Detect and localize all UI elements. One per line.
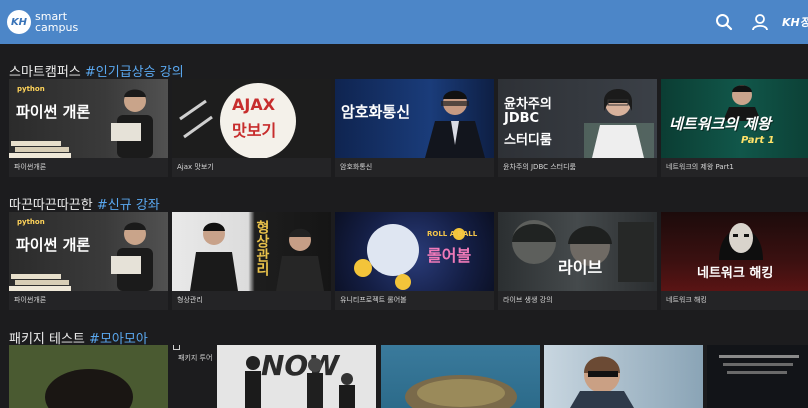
book-stack-illustration [9, 274, 71, 291]
course-title[interactable]: 파이썬개론 [9, 291, 168, 310]
course-card[interactable]: AJAX 맛보기 Ajax 맛보기 [172, 79, 331, 177]
thumb-title: 파이썬 개론 [16, 236, 91, 254]
instructor-illustration [190, 222, 238, 291]
course-card[interactable]: python 파이썬 개론 파이썬개론 [9, 79, 168, 177]
course-thumbnail[interactable]: python 파이썬 개론 [9, 79, 168, 158]
thumb-subtitle: python [17, 85, 45, 93]
course-thumbnail[interactable]: ROLL A BALL 롤어볼 [335, 212, 494, 291]
logo-text: smart campus [35, 11, 78, 33]
thumb-title: 파이썬 개론 [16, 103, 91, 121]
course-title[interactable]: 라이브 생생 강의 [498, 291, 657, 310]
thumb-subtitle: JDBC [504, 111, 540, 126]
course-title[interactable]: 네트워크 해킹 [661, 291, 808, 310]
logo-line-2: campus [35, 21, 79, 34]
package-card[interactable] [544, 345, 703, 408]
package-thumbnail [405, 375, 517, 408]
section-title-popular: 스마트캠퍼스 #인기급상승 강의 [9, 61, 184, 80]
section-title-text: 스마트캠퍼스 [9, 65, 81, 80]
course-thumbnail[interactable]: 형상관리 [172, 212, 331, 291]
thumb-subtitle-2: 스터디룸 [504, 133, 552, 148]
package-card[interactable]: NOW [217, 345, 376, 408]
thumb-title: AJAX [232, 95, 276, 114]
instructor-illustration [584, 89, 654, 158]
package-row: 패키지 투어 NOW [9, 345, 808, 408]
course-card[interactable]: 라이브 라이브 생생 강의 [498, 212, 657, 310]
thumb-title: 윤차주의 [504, 97, 552, 112]
course-card[interactable]: 암호화통신 암호화통신 [335, 79, 494, 177]
top-navigation-bar: KH smart campus KH정보 [0, 0, 808, 44]
new-course-row: python 파이썬 개론 파이썬개론 형상관리 형상관리 ROLL A BAL… [9, 212, 808, 310]
instructor-illustration [111, 222, 153, 291]
course-thumbnail[interactable]: python 파이썬 개론 [9, 212, 168, 291]
thumb-title: 네트워크 해킹 [697, 266, 774, 281]
thumb-title: 롤어볼 [427, 246, 472, 265]
thumb-title: 암호화통신 [341, 103, 411, 121]
course-thumbnail[interactable]: 라이브 [498, 212, 657, 291]
book-stack-illustration [9, 141, 71, 158]
package-card[interactable] [9, 345, 168, 408]
search-icon[interactable] [712, 10, 736, 34]
course-thumbnail[interactable]: 네트워크의 제왕 Part 1 [661, 79, 808, 158]
course-card[interactable]: python 파이썬 개론 파이썬개론 [9, 212, 168, 310]
kh-brand-logo[interactable]: KH정보 [782, 14, 808, 30]
course-title[interactable]: Ajax 맛보기 [172, 158, 331, 177]
package-thumbnail [570, 356, 634, 408]
thumb-title: 네트워크의 제왕 [669, 115, 771, 133]
course-thumbnail[interactable]: 네트워크 해킹 [661, 212, 808, 291]
package-thumbnail [245, 356, 355, 408]
instructor-illustration [425, 90, 485, 158]
course-card[interactable]: ROLL A BALL 롤어볼 유니티프로젝트 롤어볼 [335, 212, 494, 310]
section-title-new: 따끈따끈따끈한 #신규 강좌 [9, 194, 160, 213]
package-thumbnail [719, 355, 799, 374]
user-icon[interactable] [748, 10, 772, 34]
broken-image-icon [173, 345, 180, 350]
course-card[interactable]: 네트워크의 제왕 Part 1 네트워크의 제왕 Part1 [661, 79, 808, 177]
package-title[interactable]: 패키지 투어 [178, 353, 212, 363]
logo-badge: KH [7, 10, 31, 34]
course-card[interactable]: 윤차주의 JDBC 스터디룸 윤차주의 JDBC 스터디룸 [498, 79, 657, 177]
course-title[interactable]: 형상관리 [172, 291, 331, 310]
thumb-title: 라이브 [558, 258, 603, 277]
course-title[interactable]: 네트워크의 제왕 Part1 [661, 158, 808, 177]
header-actions: KH정보 [700, 10, 808, 34]
course-card[interactable]: 형상관리 형상관리 [172, 212, 331, 310]
thumb-subtitle: Part 1 [741, 135, 775, 146]
thumb-title: 형상관리 [254, 220, 270, 276]
instructor-illustration [111, 89, 153, 158]
hacker-mask-illustration [719, 223, 763, 260]
instructor-illustration [276, 228, 324, 291]
package-card[interactable] [707, 345, 808, 408]
section-title-text: 따끈따끈따끈한 [9, 198, 93, 213]
popular-course-row: python 파이썬 개론 파이썬개론 AJAX 맛보기 Ajax 맛보기 암호… [9, 79, 808, 177]
package-card-broken[interactable]: 패키지 투어 [170, 345, 214, 408]
package-card[interactable] [381, 345, 540, 408]
course-title[interactable]: 파이썬개론 [9, 158, 168, 177]
course-card[interactable]: 네트워크 해킹 네트워크 해킹 [661, 212, 808, 310]
course-thumbnail[interactable]: 윤차주의 JDBC 스터디룸 [498, 79, 657, 158]
smart-campus-logo[interactable]: KH smart campus [7, 8, 78, 36]
scene-illustration [512, 220, 654, 282]
thumb-subtitle: python [17, 218, 45, 226]
thumb-subtitle: 맛보기 [232, 121, 277, 140]
section-hashtag[interactable]: #신규 강좌 [97, 198, 160, 213]
course-title[interactable]: 암호화통신 [335, 158, 494, 177]
course-thumbnail[interactable]: 암호화통신 [335, 79, 494, 158]
section-hashtag[interactable]: #인기급상승 강의 [85, 65, 184, 80]
course-title[interactable]: 윤차주의 JDBC 스터디룸 [498, 158, 657, 177]
package-thumbnail [9, 345, 168, 408]
thumb-subtitle: ROLL A BALL [427, 230, 478, 238]
course-thumbnail[interactable]: AJAX 맛보기 [172, 79, 331, 158]
course-title[interactable]: 유니티프로젝트 롤어볼 [335, 291, 494, 310]
